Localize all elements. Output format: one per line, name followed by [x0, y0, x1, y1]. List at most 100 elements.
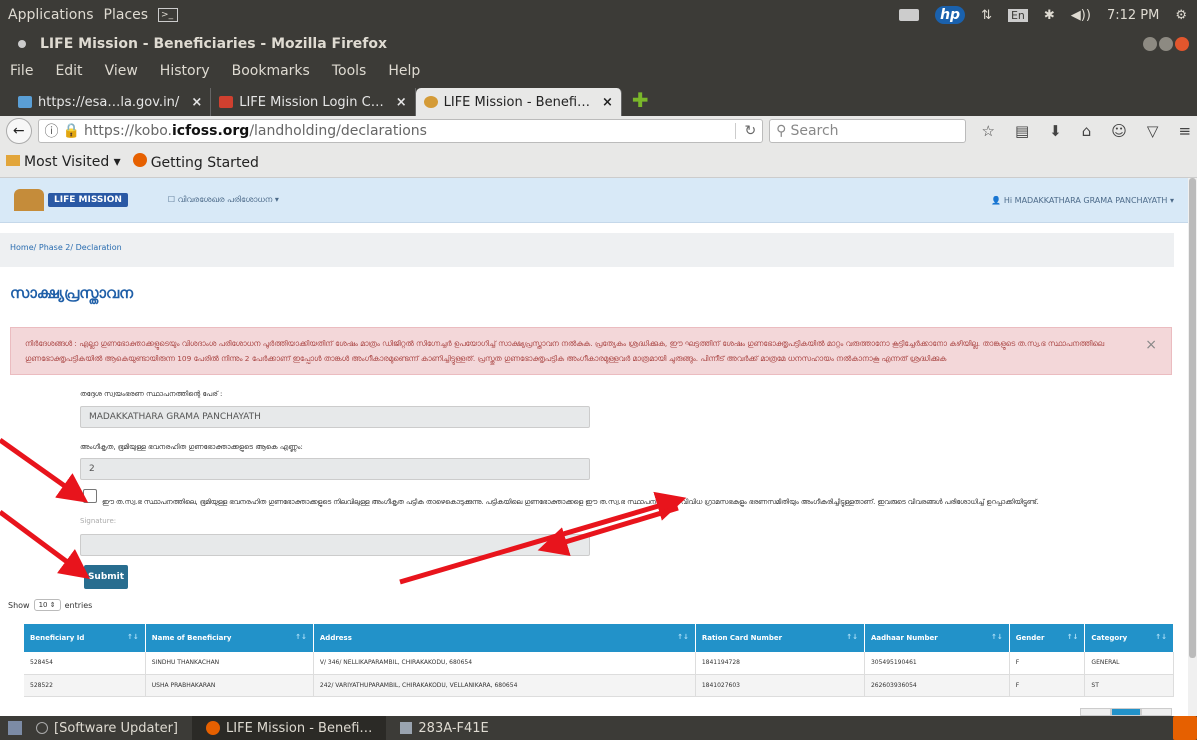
alert-close-button[interactable]: ×: [1145, 338, 1157, 353]
lock-icon: 🔒: [62, 123, 80, 139]
firefox-icon: [132, 152, 147, 167]
col-name[interactable]: Name of Beneficiary ↑↓: [145, 624, 314, 652]
page-1[interactable]: [1110, 708, 1142, 716]
taskbar-firefox[interactable]: LIFE Mission - Benefi…: [192, 716, 387, 740]
web-page: LIFE MISSION ☐ വിവരശേഖര പരിശോധന ▾ 👤 Hi M…: [0, 178, 1188, 716]
declaration-checkbox[interactable]: [83, 489, 97, 503]
sort-icon[interactable]: ↑↓: [127, 633, 139, 641]
url-bar[interactable]: ⓘ 🔒 https://kobo.icfoss.org/landholding/…: [37, 119, 764, 143]
tab-esa[interactable]: https://esa…la.gov.in/ ×: [10, 88, 212, 116]
lsg-name-field: MADAKKATHARA GRAMA PANCHAYATH: [80, 406, 590, 428]
pocket-icon[interactable]: ▽: [1147, 122, 1159, 140]
col-gender[interactable]: Gender ↑↓: [1009, 624, 1086, 652]
alert-text-line1: നിർദേശങ്ങൾ : എല്ലാ ഗുണഭോക്താക്കളുടെയും വ…: [25, 339, 1105, 348]
clock[interactable]: 7:12 PM: [1107, 8, 1159, 23]
window-dot-icon: [18, 40, 26, 48]
submit-button[interactable]: Submit: [84, 565, 128, 589]
home-icon[interactable]: ⌂: [1082, 122, 1092, 140]
page-title: സാക്ഷ്യപ്രസ്താവന: [10, 284, 134, 302]
hamburger-menu-icon[interactable]: ≡: [1178, 122, 1191, 140]
cell-category: GENERAL: [1084, 652, 1174, 675]
taskbar: [Software Updater] LIFE Mission - Benefi…: [0, 716, 1197, 740]
close-window-button[interactable]: [1175, 37, 1189, 51]
signature-field[interactable]: [80, 534, 590, 556]
places-menu[interactable]: Places: [104, 7, 149, 23]
app-header: LIFE MISSION ☐ വിവരശേഖര പരിശോധന ▾ 👤 Hi M…: [0, 178, 1188, 223]
menu-bookmarks[interactable]: Bookmarks: [232, 63, 310, 79]
terminal-icon[interactable]: >_: [158, 8, 179, 22]
window-titlebar: LIFE Mission - Beneficiaries - Mozilla F…: [0, 30, 1197, 58]
updater-icon: [36, 722, 48, 734]
show-entries-control: Show 10 ⇕ entries: [8, 599, 93, 611]
volume-icon[interactable]: ◀)): [1071, 8, 1091, 23]
tab-close-icon[interactable]: ×: [396, 95, 407, 110]
minimize-button[interactable]: [1143, 37, 1157, 51]
bluetooth-icon[interactable]: ✱: [1044, 8, 1055, 23]
tab-close-icon[interactable]: ×: [602, 95, 613, 110]
hp-icon[interactable]: hp: [935, 6, 966, 24]
sort-icon[interactable]: ↑↓: [295, 633, 307, 641]
reload-icon[interactable]: ↻: [735, 123, 756, 139]
sort-icon[interactable]: ↑↓: [846, 633, 858, 641]
settings-gear-icon[interactable]: ⚙: [1175, 8, 1187, 23]
firefox-icon: [206, 721, 221, 735]
sort-icon[interactable]: ↑↓: [677, 633, 689, 641]
applications-menu[interactable]: Applications: [8, 7, 94, 23]
info-icon[interactable]: ⓘ: [45, 121, 59, 141]
show-desktop-icon[interactable]: [8, 721, 22, 735]
page-prev[interactable]: [1080, 708, 1111, 716]
col-category[interactable]: Category ↑↓: [1084, 624, 1174, 652]
cell-name: USHA PRABHAKARAN: [145, 674, 314, 697]
tab-life-login[interactable]: LIFE Mission Login C… ×: [211, 88, 416, 116]
kerala-emblem-icon: [14, 189, 44, 211]
header-dropdown[interactable]: ☐ വിവരശേഖര പരിശോധന ▾: [168, 195, 279, 205]
tab-label: LIFE Mission - Benefi…: [443, 94, 591, 110]
beneficiary-count-field: 2: [80, 458, 590, 480]
page-scrollbar[interactable]: [1188, 178, 1197, 716]
sort-icon[interactable]: ↑↓: [991, 633, 1003, 641]
keyboard-icon[interactable]: [899, 9, 920, 21]
cell-gender: F: [1009, 674, 1086, 697]
scrollbar-thumb[interactable]: [1189, 178, 1196, 658]
bookmarks-toolbar: Most Visited ▾ Getting Started: [0, 146, 1197, 178]
entries-select[interactable]: 10 ⇕: [33, 599, 61, 611]
language-indicator[interactable]: En: [1007, 8, 1028, 22]
lsg-name-label: തദ്ദേശ സ്വയംഭരണ സ്ഥാപനത്തിന്റെ പേര് :: [80, 390, 223, 398]
col-address[interactable]: Address ↑↓: [313, 624, 696, 652]
sort-icon[interactable]: ↑↓: [1067, 633, 1079, 641]
reading-list-icon[interactable]: ▤: [1015, 122, 1029, 140]
tab-life-beneficiaries[interactable]: LIFE Mission - Benefi… ×: [415, 88, 622, 116]
menu-help[interactable]: Help: [388, 63, 420, 79]
tab-close-icon[interactable]: ×: [191, 95, 202, 110]
network-icon[interactable]: ⇅: [981, 8, 992, 23]
trash-icon[interactable]: [1173, 716, 1197, 740]
col-beneficiary-id[interactable]: Beneficiary Id ↑↓: [24, 624, 146, 652]
menu-view[interactable]: View: [105, 63, 138, 79]
bookmark-most-visited[interactable]: Most Visited ▾: [6, 154, 121, 170]
drive-icon: [400, 722, 413, 734]
user-menu[interactable]: 👤 Hi MADAKKATHARA GRAMA PANCHAYATH ▾: [991, 196, 1174, 205]
menu-history[interactable]: History: [160, 63, 210, 79]
tab-strip: https://esa…la.gov.in/ × LIFE Mission Lo…: [0, 84, 1197, 116]
back-button[interactable]: ←: [6, 118, 32, 144]
breadcrumb[interactable]: Home/ Phase 2/ Declaration: [0, 233, 1174, 267]
taskbar-drive[interactable]: 283A-F41E: [386, 716, 502, 740]
cell-aadhaar: 305495190461: [864, 652, 1010, 675]
new-tab-plus-icon[interactable]: ✚: [632, 88, 649, 112]
menu-file[interactable]: File: [10, 63, 33, 79]
life-mission-logo[interactable]: LIFE MISSION: [48, 193, 128, 207]
col-aadhaar[interactable]: Aadhaar Number ↑↓: [864, 624, 1010, 652]
menu-tools[interactable]: Tools: [332, 63, 367, 79]
bookmark-star-icon[interactable]: ☆: [982, 122, 995, 140]
menu-edit[interactable]: Edit: [55, 63, 82, 79]
search-input[interactable]: ⚲ Search: [769, 119, 966, 143]
chat-icon[interactable]: ☺: [1111, 122, 1127, 140]
page-next[interactable]: [1141, 708, 1173, 716]
sort-icon[interactable]: ↑↓: [1155, 633, 1167, 641]
cell-aadhaar: 262603936054: [864, 674, 1010, 697]
bookmark-getting-started[interactable]: Getting Started: [132, 152, 259, 171]
download-icon[interactable]: ⬇: [1049, 122, 1062, 140]
taskbar-software-updater[interactable]: [Software Updater]: [22, 716, 192, 740]
col-ration-card[interactable]: Ration Card Number ↑↓: [695, 624, 865, 652]
maximize-button[interactable]: [1159, 37, 1173, 51]
